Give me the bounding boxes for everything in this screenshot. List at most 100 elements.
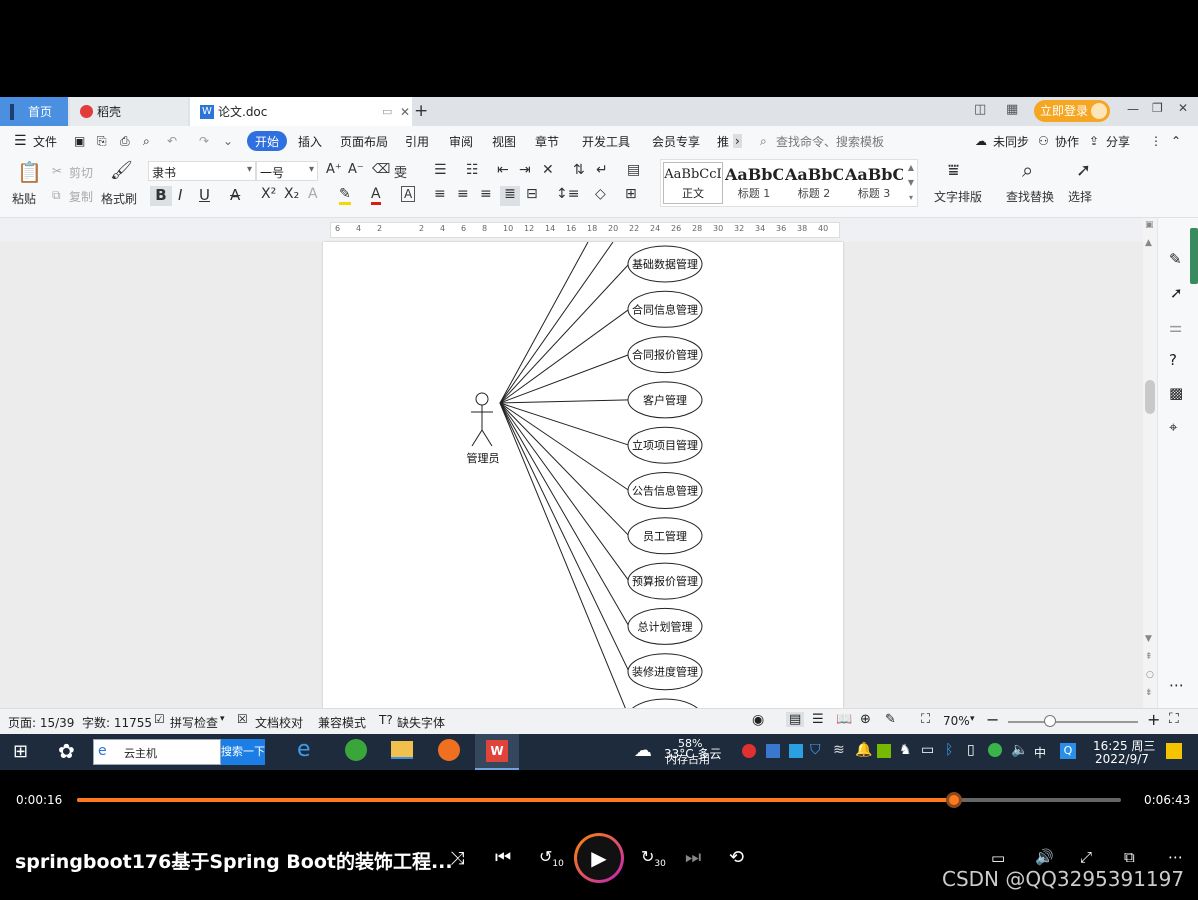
scroll-up-arrow-icon[interactable]: ▲ (1145, 238, 1152, 248)
quick-more-icon[interactable]: ⌄ (223, 134, 233, 148)
collapse-ribbon-icon[interactable]: ⌃ (1171, 134, 1181, 148)
vertical-scrollbar[interactable]: ▣ ▲ ▼ ⇞ ○ ⇟ (1143, 218, 1157, 708)
export-icon[interactable]: ⎘ (97, 134, 107, 149)
page-indicator[interactable]: 页面: 15/39 (8, 714, 74, 731)
tab-doc[interactable]: W 论文.doc ▭ ✕ (190, 97, 412, 126)
expand-icon[interactable]: ⤢ (1080, 848, 1092, 866)
player-more-icon[interactable]: ⋯ (1168, 848, 1183, 866)
horizontal-ruler[interactable]: 6 4 2 2 4 6 8 10 12 14 16 18 20 22 24 26 28 30 32 34 36 38 40 (0, 218, 1198, 242)
phonetic-icon[interactable]: 雯 (394, 162, 407, 181)
style-h1[interactable]: AaBbC 标题 1 (725, 162, 783, 204)
line-spacing-icon[interactable]: ↕≡ (556, 186, 579, 202)
ribbon-more-icon[interactable]: › (733, 134, 742, 148)
battery-icon[interactable]: ▭ (921, 742, 934, 758)
menu-view[interactable]: 视图 (492, 133, 516, 150)
unsync-button[interactable]: 未同步 (993, 133, 1029, 150)
format-painter-button[interactable]: 格式刷 (101, 190, 137, 207)
volume-icon[interactable]: 🔈 (1011, 742, 1028, 758)
zoom-slider[interactable] (1008, 715, 1138, 727)
justify-icon[interactable]: ≣ (500, 186, 520, 206)
subtitle-icon[interactable]: ▭ (991, 849, 1005, 867)
indent-icon[interactable]: ⇥ (519, 162, 531, 178)
next-icon[interactable]: ⏭ (685, 847, 701, 868)
paste-icon[interactable]: 📋 (17, 160, 42, 184)
file-explorer-icon[interactable] (391, 741, 413, 759)
undo-icon[interactable]: ↶ (167, 134, 177, 148)
close-tab-icon[interactable]: ✕ (400, 105, 410, 119)
progress-knob[interactable] (945, 792, 962, 808)
search-go-button[interactable]: 搜索一下 (221, 739, 265, 765)
cursor-icon[interactable]: ➚ (1076, 160, 1091, 181)
redo-icon[interactable]: ↷ (199, 134, 209, 148)
tray-icon-2[interactable] (766, 744, 780, 758)
table-draw-icon[interactable]: ▤ (627, 162, 640, 178)
write-view-icon[interactable]: ✎ (885, 712, 896, 727)
save-icon[interactable]: ▣ (74, 134, 85, 148)
spellcheck-button[interactable]: 拼写检查 (170, 714, 218, 731)
select-button[interactable]: 选择 (1068, 188, 1092, 205)
menu-review[interactable]: 审阅 (449, 133, 473, 150)
zoom-in-icon[interactable]: + (1147, 710, 1160, 729)
rewind-10-icon[interactable]: ↺10 (539, 847, 564, 869)
align-center-icon[interactable]: ≡ (457, 186, 469, 202)
progress-track[interactable] (77, 792, 1121, 808)
preview-icon[interactable]: ⌕ (143, 134, 150, 149)
menu-chapter[interactable]: 章节 (535, 133, 559, 150)
browser-360-icon[interactable] (345, 739, 367, 761)
menu-dev[interactable]: 开发工具 (582, 133, 630, 150)
forward-30-icon[interactable]: ↻30 (641, 847, 666, 869)
panel-handle[interactable] (1190, 228, 1198, 284)
strikethrough-icon[interactable]: A (230, 186, 240, 204)
sort-icon[interactable]: ⇅ (573, 162, 585, 178)
usb-icon[interactable]: ▯ (967, 742, 975, 758)
fit-page-icon[interactable]: ⛶ (921, 712, 930, 727)
help-icon[interactable]: ? (1169, 351, 1177, 369)
styles-scroll[interactable]: ▲ ▼ ▾ (905, 160, 917, 206)
outline-view-icon[interactable]: ☰ (812, 712, 824, 727)
menu-layout[interactable]: 页面布局 (340, 133, 388, 150)
style-h3[interactable]: AaBbC 标题 3 (845, 162, 903, 204)
text-effect-icon[interactable]: A (308, 186, 318, 202)
ie-icon[interactable]: e (297, 737, 311, 762)
bold-icon[interactable]: B (150, 186, 172, 206)
find-replace-button[interactable]: 查找替换 (1006, 188, 1054, 205)
shading-icon[interactable]: ◇ (595, 186, 606, 202)
media-app-icon[interactable] (438, 739, 460, 761)
bell-icon[interactable]: 🔔 (855, 742, 872, 758)
clear-format-icon[interactable]: ⌫ (372, 162, 390, 177)
style-h2[interactable]: AaBbC 标题 2 (785, 162, 843, 204)
menu-icon[interactable]: ☰ (14, 133, 27, 149)
proof-button[interactable]: 文档校对 (255, 714, 303, 731)
grid-icon[interactable]: ▦ (1006, 102, 1018, 117)
pointer-icon[interactable]: ➚ (1170, 284, 1183, 302)
style-normal[interactable]: AaBbCcI 正文 (663, 162, 723, 204)
cut-button[interactable]: 剪切 (69, 164, 93, 181)
command-search[interactable]: 查找命令、搜索模板 (776, 133, 884, 150)
zoom-level[interactable]: 70% (943, 714, 970, 728)
mini-player-icon[interactable]: ⧉ (1124, 848, 1135, 866)
tab-daoke[interactable]: 稻壳 (70, 97, 188, 126)
format-painter-icon[interactable]: 🖌 (110, 160, 133, 181)
scroll-up-icon[interactable]: ▣ (1145, 220, 1154, 230)
pen-icon[interactable]: ✎ (1169, 250, 1182, 268)
adjust-icon[interactable]: ⚌ (1169, 318, 1182, 336)
word-count[interactable]: 字数: 11755 (82, 714, 152, 731)
shrink-font-icon[interactable]: A⁻ (348, 162, 364, 177)
layout-icon[interactable]: ◫ (974, 102, 986, 117)
close-window-icon[interactable]: ✕ (1178, 101, 1188, 115)
scroll-down-arrow-icon[interactable]: ▼ (1145, 634, 1152, 644)
nvidia-icon[interactable] (877, 744, 891, 758)
wifi-icon[interactable]: ≋ (833, 742, 845, 758)
q-app-icon[interactable]: Q (1060, 743, 1076, 759)
copy-button[interactable]: 复制 (69, 188, 93, 205)
location-icon[interactable]: ⌖ (1169, 418, 1177, 436)
cut-icon[interactable]: ✂ (52, 164, 62, 178)
zoom-dropdown-icon[interactable]: ▾ (970, 714, 975, 724)
volume-control-icon[interactable]: 🔊 (1035, 848, 1054, 866)
more-menu-icon[interactable]: ⋮ (1150, 134, 1162, 148)
weather-icon[interactable]: ☁ (634, 740, 652, 761)
copy-icon[interactable]: ⧉ (52, 188, 61, 203)
grow-font-icon[interactable]: A⁺ (326, 162, 342, 177)
restore-icon[interactable]: ❐ (1152, 101, 1163, 115)
underline-icon[interactable]: U (199, 186, 210, 204)
